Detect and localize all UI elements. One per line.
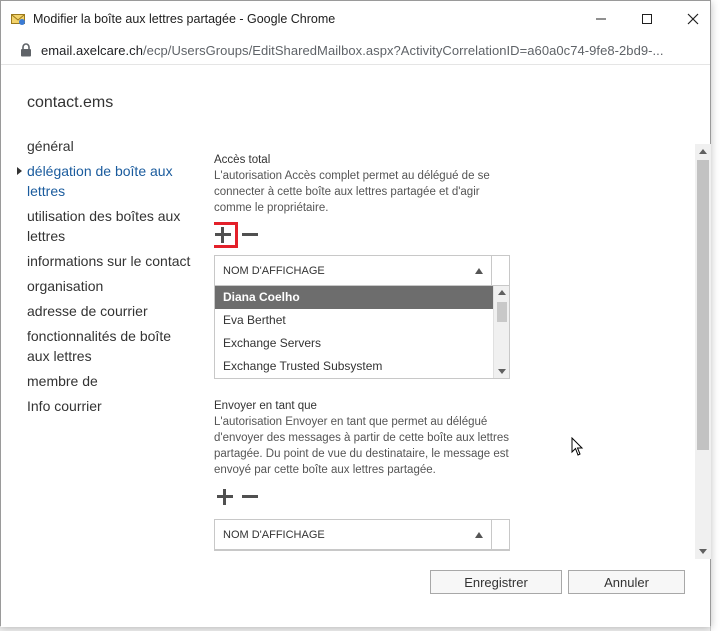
minimize-button[interactable] [578, 1, 624, 37]
panel-scrollbar[interactable] [695, 144, 711, 559]
table-row[interactable]: Diana Coelho [215, 286, 493, 309]
close-button[interactable] [670, 1, 716, 37]
scroll-thumb[interactable] [497, 302, 507, 322]
column-header-label: NOM D'AFFICHAGE [223, 529, 325, 541]
grid-body: Diana Coelho Eva Berthet Exchange Server… [215, 286, 509, 378]
nav-item-label: Info courrier [27, 398, 102, 414]
full-access-title: Accès total [214, 154, 271, 166]
remove-send-as-button[interactable] [242, 488, 258, 506]
send-as-grid: NOM D'AFFICHAGE [214, 519, 510, 551]
full-access-description: L'autorisation Accès complet permet au d… [214, 170, 490, 214]
dialog-content: contact.ems général délégation de boîte … [1, 66, 711, 627]
scroll-up-icon[interactable] [699, 149, 707, 154]
nav-item-member-of[interactable]: membre de [27, 371, 197, 391]
display-name-column-header[interactable]: NOM D'AFFICHAGE [215, 520, 491, 549]
full-access-toolbar [214, 222, 694, 248]
url-text[interactable]: email.axelcare.ch/ecp/UsersGroups/EditSh… [41, 43, 664, 58]
lock-icon [21, 43, 31, 57]
nav-item-label: général [27, 138, 74, 154]
nav-item-mailbox-features[interactable]: fonctionnalités de boîte aux lettres [27, 326, 197, 366]
send-as-title: Envoyer en tant que [214, 400, 317, 412]
send-as-toolbar [214, 484, 694, 510]
address-bar[interactable]: email.axelcare.ch/ecp/UsersGroups/EditSh… [1, 37, 710, 65]
display-name-column-header[interactable]: NOM D'AFFICHAGE [215, 256, 491, 285]
scroll-down-icon[interactable] [498, 369, 506, 374]
table-row[interactable]: Exchange Trusted Subsystem [215, 355, 493, 378]
grid-header: NOM D'AFFICHAGE [215, 256, 509, 286]
sort-ascending-icon [475, 268, 483, 274]
side-navigation: général délégation de boîte aux lettres … [17, 136, 197, 421]
header-spacer [491, 520, 509, 549]
nav-item-email-address[interactable]: adresse de courrier [27, 301, 197, 321]
scroll-down-icon[interactable] [699, 549, 707, 554]
add-send-as-button[interactable] [216, 488, 234, 506]
url-domain: email.axelcare.ch [41, 43, 144, 58]
header-spacer [491, 256, 509, 285]
table-row[interactable]: Eva Berthet [215, 309, 493, 332]
nav-item-label: informations sur le contact [27, 253, 191, 269]
save-button[interactable]: Enregistrer [430, 570, 562, 594]
nav-item-organization[interactable]: organisation [27, 276, 197, 296]
maximize-button[interactable] [624, 1, 670, 37]
cancel-button[interactable]: Annuler [568, 570, 685, 594]
scroll-up-icon[interactable] [498, 290, 506, 295]
url-path: /ecp/UsersGroups/EditSharedMailbox.aspx?… [143, 43, 664, 58]
scroll-thumb[interactable] [697, 160, 709, 450]
dialog-window: Modifier la boîte aux lettres partagée -… [0, 0, 711, 627]
grid-scrollbar[interactable] [493, 286, 509, 378]
title-bar: Modifier la boîte aux lettres partagée -… [1, 1, 710, 37]
sort-ascending-icon [475, 532, 483, 538]
nav-item-delegation[interactable]: délégation de boîte aux lettres [17, 161, 197, 201]
nav-item-label: fonctionnalités de boîte aux lettres [27, 328, 171, 364]
nav-item-label: membre de [27, 373, 98, 389]
grid-header: NOM D'AFFICHAGE [215, 520, 509, 550]
mailbox-title: contact.ems [27, 94, 114, 111]
nav-item-label: délégation de boîte aux lettres [27, 163, 173, 199]
window-title: Modifier la boîte aux lettres partagée -… [33, 12, 336, 26]
nav-item-mail-tip[interactable]: Info courrier [27, 396, 197, 416]
close-icon [687, 13, 699, 25]
maximize-icon [642, 14, 652, 24]
send-as-description: L'autorisation Envoyer en tant que perme… [214, 416, 509, 476]
nav-item-contact-info[interactable]: informations sur le contact [27, 251, 197, 271]
nav-item-general[interactable]: général [27, 136, 197, 156]
remove-full-access-button[interactable] [242, 226, 258, 244]
nav-item-mailbox-usage[interactable]: utilisation des boîtes aux lettres [27, 206, 197, 246]
add-full-access-button[interactable] [214, 226, 232, 244]
mouse-cursor-icon [571, 437, 584, 456]
mailbox-app-icon [11, 14, 25, 25]
selected-arrow-icon [17, 167, 22, 175]
background-window-edge [710, 0, 720, 631]
nav-item-label: adresse de courrier [27, 303, 148, 319]
column-header-label: NOM D'AFFICHAGE [223, 265, 325, 277]
nav-item-label: organisation [27, 278, 104, 294]
nav-item-label: utilisation des boîtes aux lettres [27, 208, 181, 244]
table-row[interactable]: Exchange Servers [215, 332, 493, 355]
delegation-panel: Accès total L'autorisation Accès complet… [214, 152, 694, 562]
full-access-grid: NOM D'AFFICHAGE Diana Coelho Eva Berthet… [214, 255, 510, 379]
minimize-icon [596, 18, 606, 20]
